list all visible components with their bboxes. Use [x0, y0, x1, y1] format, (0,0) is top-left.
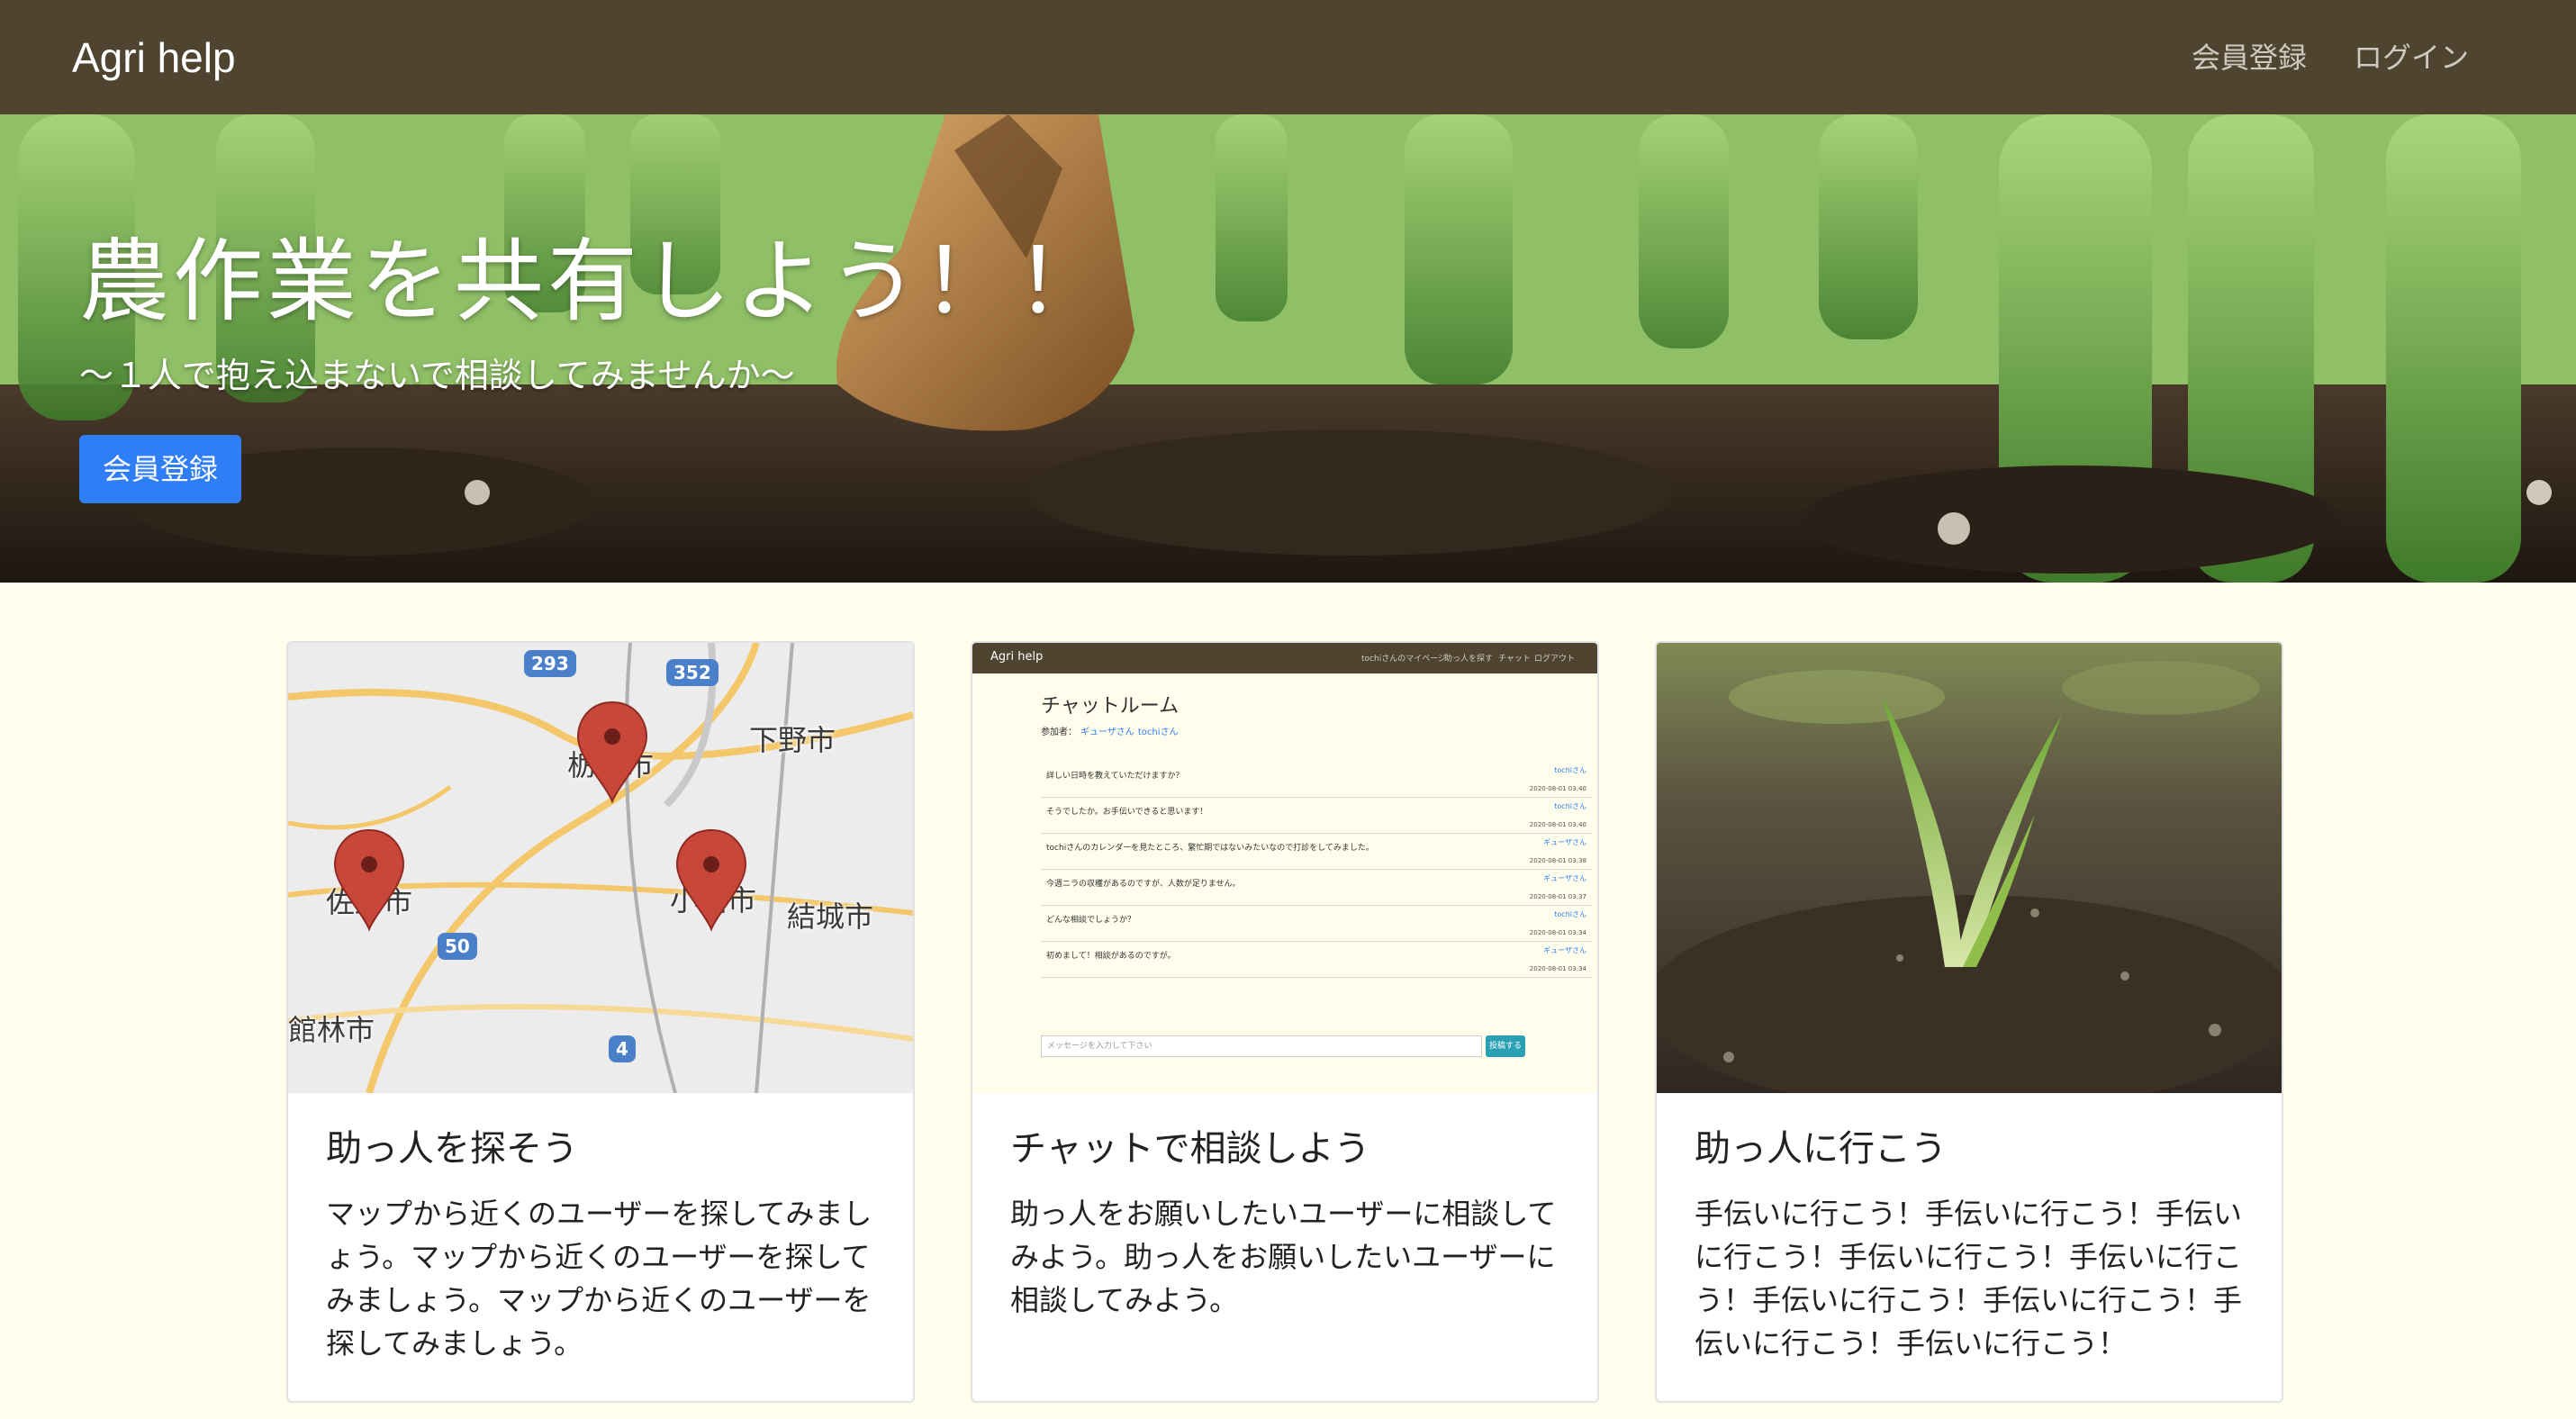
nav-signup-link[interactable]: 会員登録: [2192, 36, 2307, 79]
card-go-help: 助っ人に行こう 手伝いに行こう！手伝いに行こう！手伝いに行こう！手伝いに行こう！…: [1655, 641, 2283, 1403]
nav-login-link[interactable]: ログイン: [2354, 36, 2469, 79]
chat-preview-message-author: tochiさん: [1554, 910, 1586, 918]
chat-preview-message-author: ギューザさん: [1543, 838, 1586, 846]
chat-preview-members-label: 参加者：: [1041, 728, 1077, 737]
map-pin-icon[interactable]: [576, 700, 648, 804]
chat-preview-message-time: 2020-08-01 03:34: [1529, 929, 1586, 936]
chat-preview-message-time: 2020-08-01 03:38: [1529, 857, 1586, 864]
map-image: 佐野市 栃木市 下野市 小山市 結城市 館林市 293 352 50 4: [288, 643, 913, 1093]
chat-preview-brand: Agri help: [990, 650, 1044, 664]
chat-preview-message-text: 今週ニラの収穫があるのですが、人数が足りません。: [1046, 880, 1241, 889]
navbar: Agri help 会員登録 ログイン: [0, 0, 2576, 114]
chat-preview-message-text: tochiさんのカレンダーを見たところ、繁忙期ではないみたいなので打診をしてみま…: [1046, 844, 1374, 853]
card-title: チャットで相談しよう: [1010, 1128, 1370, 1170]
card-text: マップから近くのユーザーを探してみましょう。マップから近くのユーザーを探してみま…: [326, 1197, 872, 1360]
chat-preview-message-author: ギューザさん: [1543, 946, 1586, 954]
hero-background-image: [0, 114, 2576, 583]
chat-preview-nav-link: 助っ人を探す: [1444, 655, 1494, 664]
chat-preview-message: 初めまして！相談があるのですが。 ギューザさん 2020-08-01 03:34: [1041, 944, 1592, 978]
chat-preview-message: 詳しい日時を教えていただけますか？ tochiさん 2020-08-01 03:…: [1041, 764, 1592, 798]
map-pin-icon[interactable]: [675, 828, 747, 932]
chat-preview-message-text: 詳しい日時を教えていただけますか？: [1046, 772, 1184, 781]
chat-preview-message-text: 初めまして！相談があるのですが。: [1046, 952, 1176, 961]
chat-preview-message-time: 2020-08-01 03:40: [1529, 821, 1586, 828]
chat-preview-message: そうでしたか。お手伝いできると思います！ tochiさん 2020-08-01 …: [1041, 800, 1592, 834]
chat-preview-message-time: 2020-08-01 03:34: [1529, 965, 1586, 972]
hero-title: 農作業を共有しよう！！: [79, 229, 1109, 334]
chat-preview-message-text: そうでしたか。お手伝いできると思います！: [1046, 808, 1208, 817]
hero-signup-button[interactable]: 会員登録: [79, 435, 241, 503]
card-find-helper: 佐野市 栃木市 下野市 小山市 結城市 館林市 293 352 50 4 助っ人…: [286, 641, 915, 1403]
chat-preview-member: tochiさん: [1137, 728, 1179, 737]
chat-preview-message-author: tochiさん: [1554, 766, 1586, 774]
chat-preview-message: 今週ニラの収穫があるのですが、人数が足りません。 ギューザさん 2020-08-…: [1041, 872, 1592, 906]
card-title: 助っ人に行こう: [1695, 1128, 1947, 1170]
chat-screenshot-image: Agri help tochiさんのマイページ 助っ人を探す チャット ログアウ…: [972, 643, 1597, 1093]
brand-logo[interactable]: Agri help: [72, 32, 236, 83]
card-text: 助っ人をお願いしたいユーザーに相談してみよう。助っ人をお願いしたいユーザーに相談…: [1010, 1197, 1557, 1317]
chat-preview-nav-link: tochiさんのマイページ: [1361, 655, 1447, 664]
chat-preview-navbar: Agri help tochiさんのマイページ 助っ人を探す チャット ログアウ…: [972, 643, 1597, 673]
chat-preview-message-input: メッセージを入力して下さい: [1041, 1035, 1482, 1057]
chat-preview-member: ギューザさん: [1080, 728, 1134, 737]
chat-preview-message-time: 2020-08-01 03:40: [1529, 785, 1586, 792]
card-text: 手伝いに行こう！手伝いに行こう！手伝いに行こう！手伝いに行こう！手伝いに行こう！…: [1695, 1197, 2243, 1360]
chat-preview-message: tochiさんのカレンダーを見たところ、繁忙期ではないみたいなので打診をしてみま…: [1041, 836, 1592, 870]
map-pin-icon[interactable]: [333, 828, 405, 932]
hero-banner: 農作業を共有しよう！！ 〜１人で抱え込まないで相談してみませんか〜 会員登録: [0, 114, 2576, 583]
card-chat: Agri help tochiさんのマイページ 助っ人を探す チャット ログアウ…: [971, 641, 1599, 1403]
sprout-image: [1657, 643, 2282, 1093]
card-title: 助っ人を探そう: [326, 1128, 578, 1170]
chat-preview-message-author: tochiさん: [1554, 802, 1586, 810]
chat-preview-send-button: 投稿する: [1486, 1035, 1525, 1057]
chat-preview-nav-link: ログアウト: [1534, 655, 1576, 664]
chat-preview-members: 参加者： ギューザさん tochiさん: [1041, 724, 1178, 737]
chat-preview-room-title: チャットルーム: [1041, 695, 1180, 718]
chat-preview-message: どんな相談でしょうか？ tochiさん 2020-08-01 03:34: [1041, 908, 1592, 942]
chat-preview-message-author: ギューザさん: [1543, 874, 1586, 882]
chat-preview-nav-link: チャット: [1498, 655, 1531, 664]
chat-preview-message-time: 2020-08-01 03:37: [1529, 893, 1586, 900]
hero-subtitle: 〜１人で抱え込まないで相談してみませんか〜: [79, 356, 795, 395]
chat-preview-message-text: どんな相談でしょうか？: [1046, 916, 1136, 925]
